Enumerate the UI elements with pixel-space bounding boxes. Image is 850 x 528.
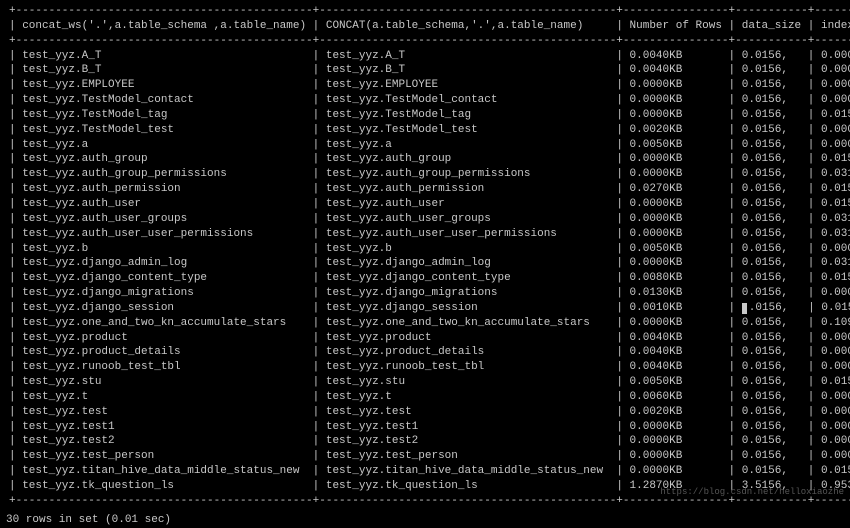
- table-row: | test_yyz.django_migrations | test_yyz.…: [6, 286, 850, 301]
- table-row: | test_yyz.auth_user_user_permissions | …: [6, 227, 850, 242]
- watermark: https://blog.csdn.net/helloxiaozhe: [660, 486, 844, 498]
- table-row: | test_yyz.a | test_yyz.a | 0.0050KB | 0…: [6, 138, 850, 153]
- table-row: | test_yyz.auth_permission | test_yyz.au…: [6, 182, 850, 197]
- table-row: | test_yyz.auth_group | test_yyz.auth_gr…: [6, 152, 850, 167]
- table-row: | test_yyz.auth_user | test_yyz.auth_use…: [6, 197, 850, 212]
- separator-row: +---------------------------------------…: [6, 4, 850, 19]
- table-row: | test_yyz.b | test_yyz.b | 0.0050KB | 0…: [6, 242, 850, 257]
- table-row: | test_yyz.auth_user_groups | test_yyz.a…: [6, 212, 850, 227]
- table-row: | test_yyz.one_and_two_kn_accumulate_sta…: [6, 316, 850, 331]
- table-row: | test_yyz.test_person | test_yyz.test_p…: [6, 449, 850, 464]
- table-row: | test_yyz.django_session | test_yyz.dja…: [6, 301, 850, 316]
- table-row: | test_yyz.product_details | test_yyz.pr…: [6, 345, 850, 360]
- table-row: | test_yyz.test1 | test_yyz.test1 | 0.00…: [6, 420, 850, 435]
- sql-result-table: +---------------------------------------…: [6, 4, 850, 509]
- table-row: | test_yyz.django_admin_log | test_yyz.d…: [6, 256, 850, 271]
- table-row: | test_yyz.t | test_yyz.t | 0.0060KB | 0…: [6, 390, 850, 405]
- table-header-row: | concat_ws('.',a.table_schema ,a.table_…: [6, 19, 850, 34]
- text-cursor: [742, 303, 747, 314]
- table-row: | test_yyz.product | test_yyz.product | …: [6, 331, 850, 346]
- result-footer: 30 rows in set (0.01 sec): [6, 513, 844, 528]
- table-row: | test_yyz.A_T | test_yyz.A_T | 0.0040KB…: [6, 49, 850, 64]
- table-row: | test_yyz.TestModel_test | test_yyz.Tes…: [6, 123, 850, 138]
- separator-row: +---------------------------------------…: [6, 34, 850, 49]
- table-row: | test_yyz.auth_group_permissions | test…: [6, 167, 850, 182]
- table-row: | test_yyz.TestModel_tag | test_yyz.Test…: [6, 108, 850, 123]
- table-row: | test_yyz.EMPLOYEE | test_yyz.EMPLOYEE …: [6, 78, 850, 93]
- table-row: | test_yyz.test | test_yyz.test | 0.0020…: [6, 405, 850, 420]
- table-row: | test_yyz.django_content_type | test_yy…: [6, 271, 850, 286]
- table-row: | test_yyz.stu | test_yyz.stu | 0.0050KB…: [6, 375, 850, 390]
- table-row: | test_yyz.titan_hive_data_middle_status…: [6, 464, 850, 479]
- table-row: | test_yyz.test2 | test_yyz.test2 | 0.00…: [6, 434, 850, 449]
- table-row: | test_yyz.runoob_test_tbl | test_yyz.ru…: [6, 360, 850, 375]
- table-row: | test_yyz.B_T | test_yyz.B_T | 0.0040KB…: [6, 63, 850, 78]
- table-row: | test_yyz.TestModel_contact | test_yyz.…: [6, 93, 850, 108]
